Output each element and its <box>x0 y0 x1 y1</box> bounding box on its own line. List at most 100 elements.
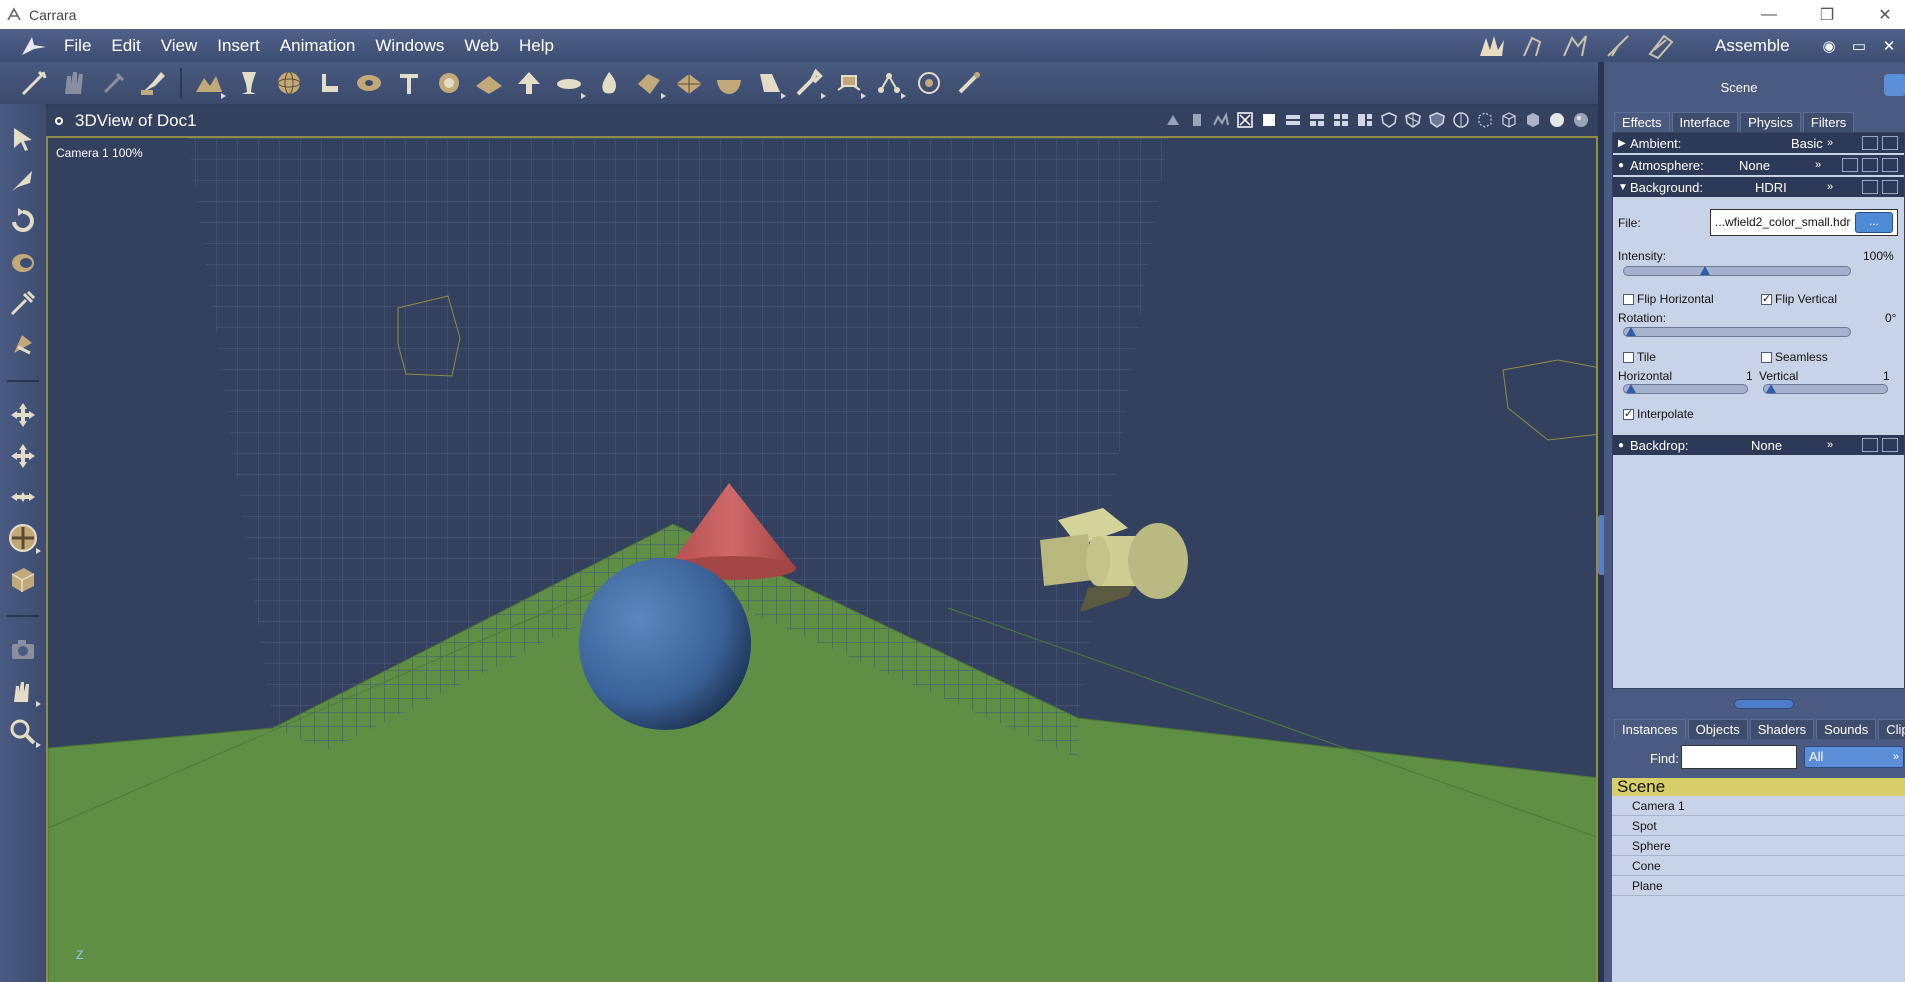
menu-windows[interactable]: Windows <box>365 29 454 62</box>
menu-web[interactable]: Web <box>454 29 509 62</box>
tab-clips[interactable]: Clips <box>1878 719 1905 739</box>
camera-view-icon[interactable] <box>4 631 42 669</box>
model-room-icon[interactable] <box>1518 32 1552 60</box>
camera-insert-icon[interactable] <box>831 66 866 101</box>
save-preset-icon[interactable] <box>1862 180 1878 194</box>
sphere-object-icon[interactable] <box>271 66 306 101</box>
load-preset-icon[interactable] <box>1882 158 1898 172</box>
chevron-down-icon[interactable]: » <box>1827 181 1833 193</box>
tree-root-scene[interactable]: Scene <box>1612 778 1905 796</box>
cloud-object-icon[interactable] <box>551 66 586 101</box>
move-xz-icon[interactable] <box>4 396 42 434</box>
browse-file-button[interactable]: ... <box>1855 212 1893 233</box>
cup-object-icon[interactable] <box>231 66 266 101</box>
plane-object-icon[interactable] <box>471 66 506 101</box>
menu-file[interactable]: File <box>54 29 101 62</box>
expand-triangle-icon[interactable]: ▶ <box>1618 138 1630 149</box>
background-value[interactable]: HDRI <box>1755 180 1787 195</box>
ambient-row[interactable]: ▶ Ambient: Basic » <box>1613 133 1904 153</box>
vertex-object-icon[interactable] <box>671 66 706 101</box>
tree-item-spot[interactable]: Spot <box>1612 816 1905 836</box>
tab-sounds[interactable]: Sounds <box>1816 719 1877 739</box>
smooth-shaded-icon[interactable] <box>1548 109 1566 131</box>
collapse-triangle-icon[interactable]: ▼ <box>1618 182 1630 193</box>
minimize-button[interactable]: — <box>1740 0 1798 29</box>
local-axes-icon[interactable] <box>4 560 42 598</box>
rotation-slider[interactable] <box>1623 327 1851 337</box>
save-preset-icon[interactable] <box>1862 438 1878 452</box>
figure-object-icon[interactable] <box>311 66 346 101</box>
tree-item-cone[interactable]: Cone <box>1612 856 1905 876</box>
zoom-magnifier-icon[interactable] <box>4 713 42 751</box>
paint-tool-icon[interactable] <box>4 325 42 363</box>
single-view-icon[interactable] <box>1260 109 1278 131</box>
maximize-view-icon[interactable]: ▭ <box>1845 29 1873 62</box>
chevron-down-icon[interactable]: » <box>1827 439 1833 451</box>
intensity-slider[interactable] <box>1623 266 1851 276</box>
texture-room-icon[interactable] <box>1602 32 1636 60</box>
load-preset-icon[interactable] <box>1882 180 1898 194</box>
chevron-down-icon[interactable]: » <box>1815 159 1821 171</box>
group-insert-icon[interactable] <box>871 66 906 101</box>
spot-light-icon[interactable] <box>751 66 786 101</box>
scene-lights-icon[interactable] <box>1164 109 1182 131</box>
scale-tool-icon[interactable] <box>4 243 42 281</box>
atmosphere-value[interactable]: None <box>1739 158 1770 173</box>
close-room-icon[interactable]: ✕ <box>1875 29 1903 62</box>
filter-select[interactable]: All » <box>1804 746 1904 768</box>
eye-icon[interactable]: ◉ <box>1815 29 1843 62</box>
wand-tool-icon[interactable] <box>16 66 51 101</box>
spline-object-icon[interactable] <box>631 66 666 101</box>
eyedropper-tool-icon[interactable] <box>4 284 42 322</box>
storyboard-room-icon[interactable] <box>1560 32 1594 60</box>
interpolate-checkbox[interactable]: ✓ <box>1623 409 1634 420</box>
two-horizontal-views-icon[interactable] <box>1284 109 1302 131</box>
save-preset-icon[interactable] <box>1862 136 1878 150</box>
menu-insert[interactable]: Insert <box>207 29 270 62</box>
textured-shaded-icon[interactable] <box>1572 109 1590 131</box>
custom-views-icon[interactable] <box>1356 109 1374 131</box>
menu-view[interactable]: View <box>151 29 208 62</box>
bone-tool-icon[interactable] <box>96 66 131 101</box>
close-button[interactable]: ✕ <box>1856 0 1905 29</box>
save-preset-icon[interactable] <box>1862 158 1878 172</box>
solid-cube-icon[interactable] <box>1524 109 1542 131</box>
rotate-tool-icon[interactable] <box>4 202 42 240</box>
tab-filters[interactable]: Filters <box>1802 112 1855 132</box>
direct-select-icon[interactable] <box>4 161 42 199</box>
tab-shaders[interactable]: Shaders <box>1749 719 1815 739</box>
figure-view-icon[interactable] <box>1212 109 1230 131</box>
restore-button[interactable]: ❐ <box>1798 0 1856 29</box>
wireframe-shield-icon[interactable] <box>1380 109 1398 131</box>
selection-arrow-icon[interactable] <box>4 120 42 158</box>
load-preset-icon[interactable] <box>1882 438 1898 452</box>
target-helper-icon[interactable] <box>911 66 946 101</box>
enabled-dot-icon[interactable]: ● <box>1618 440 1630 451</box>
panel-pin-icon[interactable] <box>1884 74 1905 96</box>
bowl-object-icon[interactable] <box>711 66 746 101</box>
flip-vertical-checkbox[interactable]: ✓ <box>1761 294 1772 305</box>
bulb-light-icon[interactable] <box>791 66 826 101</box>
torus-object-icon[interactable] <box>351 66 386 101</box>
pan-hand-icon[interactable] <box>4 672 42 710</box>
four-views-icon[interactable] <box>1332 109 1350 131</box>
hidden-line-icon[interactable] <box>1428 109 1446 131</box>
vertical-tile-slider[interactable] <box>1763 384 1888 394</box>
menu-help[interactable]: Help <box>509 29 564 62</box>
bounding-box-icon[interactable] <box>1452 109 1470 131</box>
assemble-room-icon[interactable] <box>1476 32 1510 60</box>
find-input[interactable] <box>1681 745 1797 769</box>
tile-checkbox[interactable] <box>1623 352 1634 363</box>
tab-physics[interactable]: Physics <box>1740 112 1801 132</box>
move-yz-icon[interactable] <box>4 478 42 516</box>
3d-viewport[interactable]: Camera 1 100% Z <box>46 136 1598 982</box>
ambient-value[interactable]: Basic <box>1791 136 1823 151</box>
horizontal-slider-thumb[interactable] <box>1626 384 1636 393</box>
tree-item-camera[interactable]: Camera 1 <box>1612 796 1905 816</box>
vertical-slider-thumb[interactable] <box>1766 384 1776 393</box>
menu-animation[interactable]: Animation <box>270 29 366 62</box>
tab-interface[interactable]: Interface <box>1671 112 1739 132</box>
dotted-cube-icon[interactable] <box>1476 109 1494 131</box>
brush-tool-icon[interactable] <box>136 66 171 101</box>
atmosphere-row[interactable]: ● Atmosphere: None » <box>1613 155 1904 175</box>
